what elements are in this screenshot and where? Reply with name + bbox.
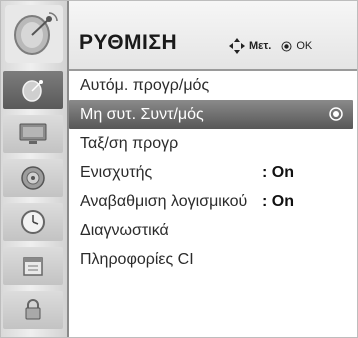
- setup-menu-window: ΡΥΘΜΙΣΗ Μετ. OK Αυτόμ. προγρ/μός Μη συτ.…: [0, 0, 358, 338]
- ok-button-icon: [281, 41, 292, 51]
- navigation-arrows-icon: [229, 38, 245, 54]
- setup-menu-list: Αυτόμ. προγρ/μός Μη συτ. Συντ/μός Ταξ/ση…: [69, 71, 357, 274]
- menu-item-label: Ταξ/ση προγρ: [80, 135, 179, 152]
- menu-item-software-update[interactable]: Αναβαθμιση λογισμικού : On: [69, 187, 357, 216]
- menu-item-manual-tuning[interactable]: Μη συτ. Συντ/μός: [69, 100, 353, 129]
- sidebar-item-time[interactable]: [3, 203, 63, 241]
- ok-hint-label: OK: [296, 40, 313, 52]
- menu-item-diagnostics[interactable]: Διαγνωστικά: [69, 216, 357, 245]
- menu-header: ΡΥΘΜΙΣΗ Μετ. OK: [69, 1, 357, 71]
- speaker-icon: [21, 166, 45, 190]
- menu-item-label: Ενισχυτής: [80, 164, 153, 181]
- software-update-value: : On: [262, 193, 294, 210]
- lock-icon: [25, 299, 41, 320]
- menu-item-label: Διαγνωστικά: [80, 222, 169, 239]
- move-hint-label: Μετ.: [249, 40, 272, 52]
- menu-item-label: Αναβαθμιση λογισμικού: [80, 193, 248, 210]
- sidebar-item-option[interactable]: [3, 247, 63, 285]
- menu-item-label: Πληροφορίες CI: [80, 251, 194, 268]
- clock-icon: [21, 210, 45, 234]
- sidebar-item-setup[interactable]: [3, 71, 63, 109]
- sidebar-item-picture[interactable]: [3, 115, 63, 153]
- page-title: ΡΥΘΜΙΣΗ: [79, 31, 178, 54]
- radio-selected-icon: [329, 107, 343, 121]
- satellite-dish-icon: [22, 80, 43, 102]
- sidebar-item-lock[interactable]: [3, 291, 63, 329]
- menu-item-auto-tuning[interactable]: Αυτόμ. προγρ/μός: [69, 71, 357, 100]
- sidebar-item-audio[interactable]: [3, 159, 63, 197]
- menu-item-programme-edit[interactable]: Ταξ/ση προγρ: [69, 129, 357, 158]
- satellite-dish-icon: [5, 5, 63, 63]
- key-hints: Μετ. OK: [229, 37, 312, 55]
- menu-item-booster[interactable]: Ενισχυτής : On: [69, 158, 357, 187]
- booster-value: : On: [262, 164, 294, 181]
- menu-item-label: Αυτόμ. προγρ/μός: [80, 77, 210, 94]
- tv-screen-icon: [19, 123, 47, 144]
- menu-item-ci-information[interactable]: Πληροφορίες CI: [69, 245, 357, 274]
- calendar-icon: [23, 257, 43, 276]
- menu-item-label: Μη συτ. Συντ/μός: [80, 106, 204, 123]
- category-sidebar: [1, 1, 69, 337]
